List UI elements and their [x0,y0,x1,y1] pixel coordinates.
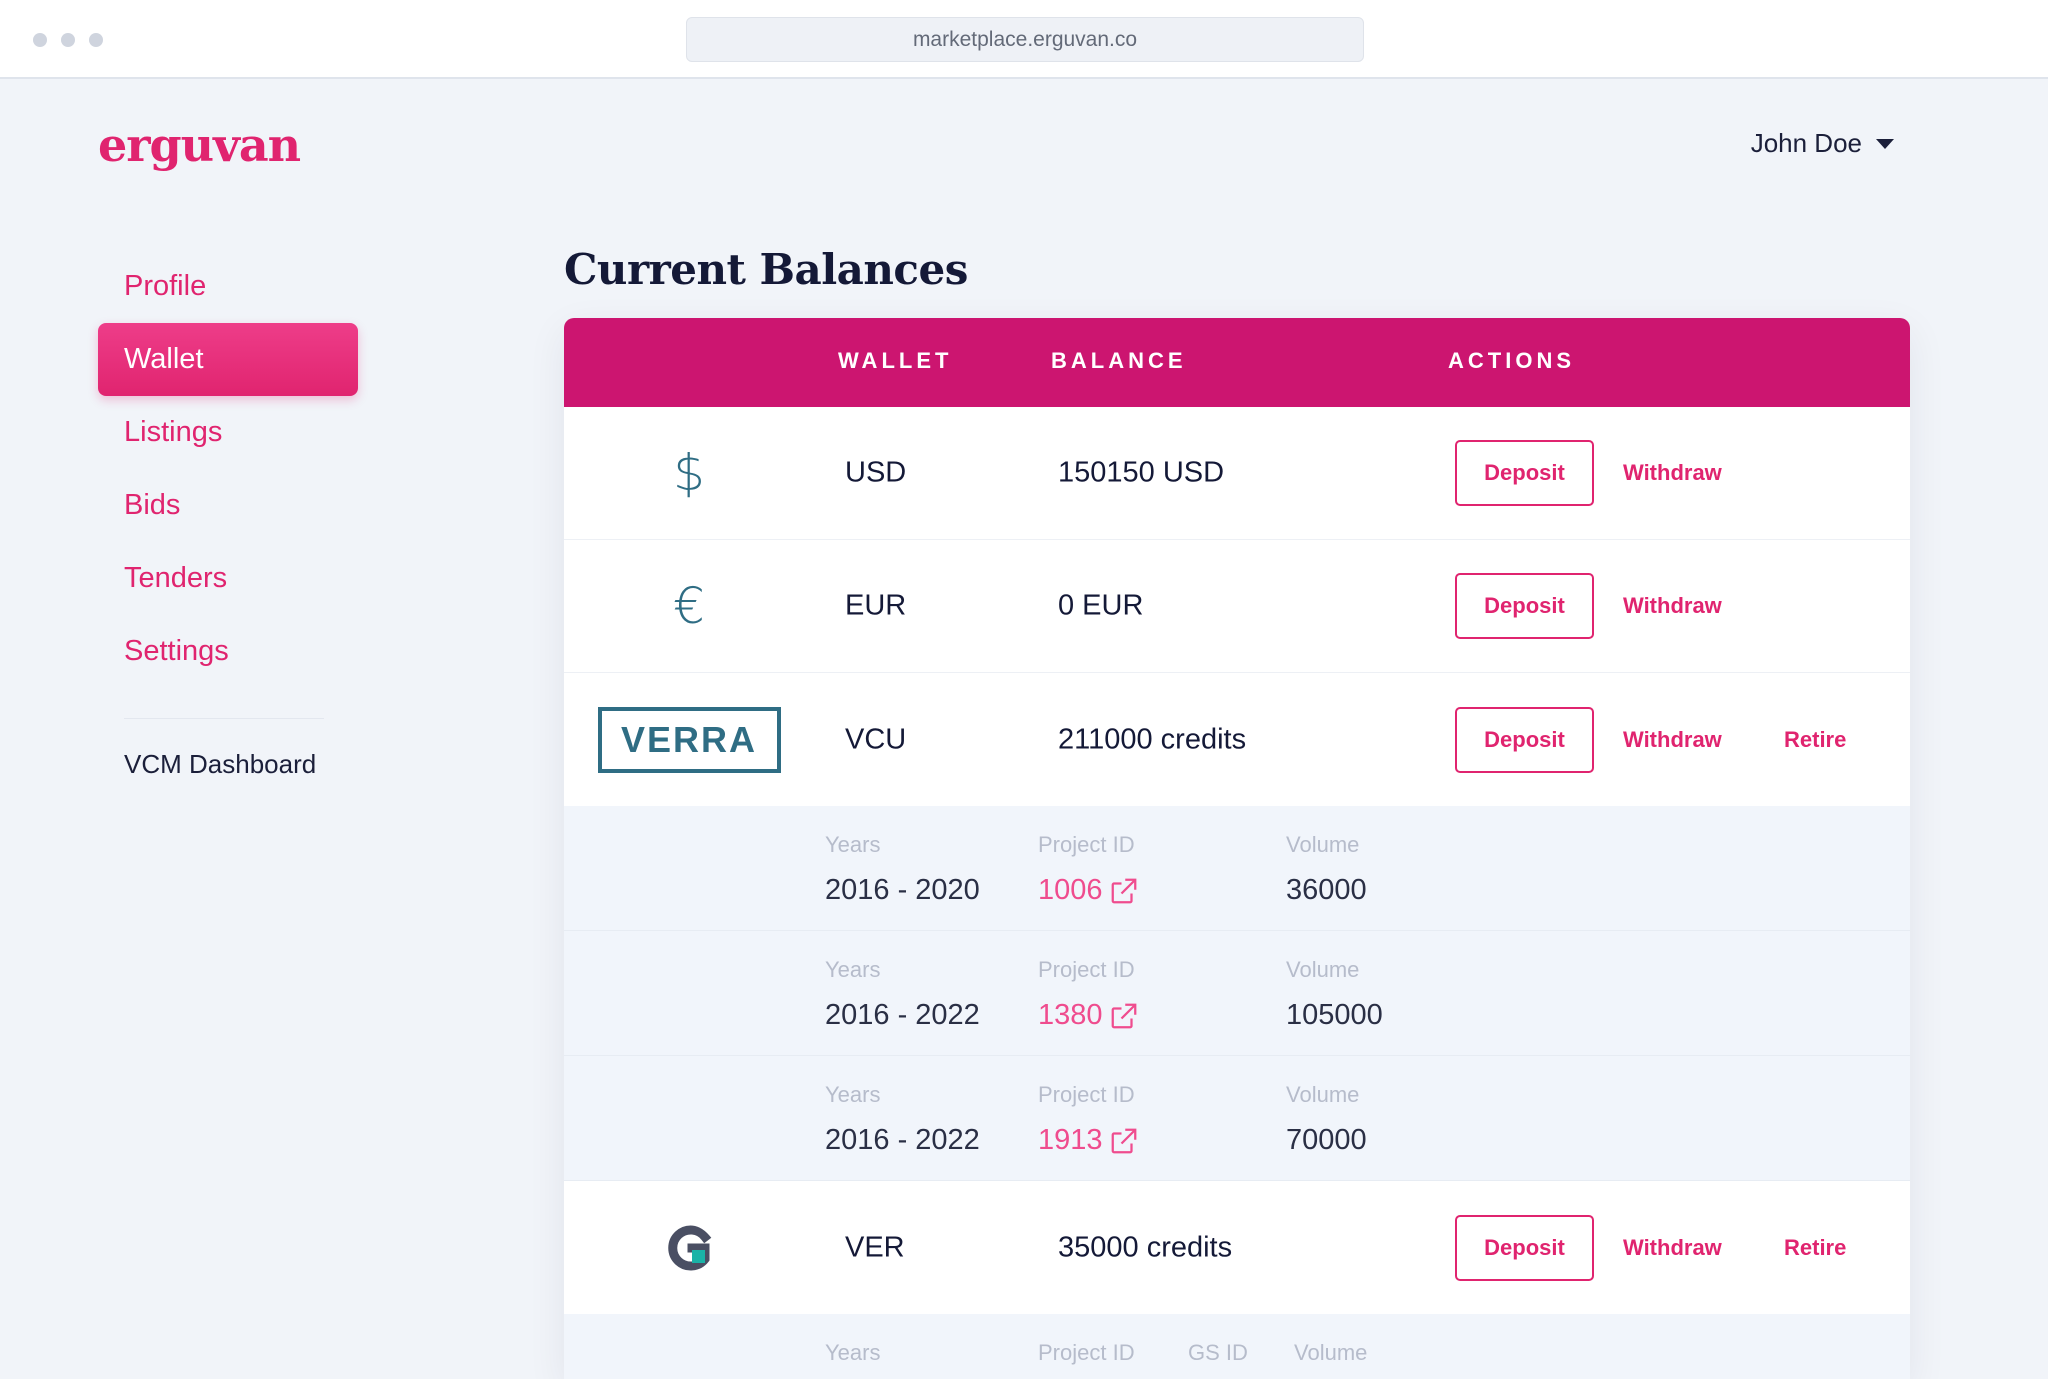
sidebar-item-tenders[interactable]: Tenders [98,542,358,615]
withdraw-link[interactable]: Withdraw [1623,1235,1722,1261]
deposit-button[interactable]: Deposit [1455,573,1594,639]
column-header-actions: ACTIONS [1448,348,1575,373]
table-row: VER 35000 credits Deposit Withdraw Retir… [564,1181,1910,1314]
years-value: 2016 - 2022 [825,999,980,1031]
balances-table: WALLET BALANCE ACTIONS $ USD 150150 USD … [564,318,1910,1379]
wallet-balance: 150150 USD [1058,456,1225,489]
retire-link[interactable]: Retire [1784,727,1846,753]
ver-detail-row: Years Project ID GS ID Volume [564,1314,1910,1379]
browser-toolbar: marketplace.erguvan.co [0,0,2048,79]
euro-icon: € [673,577,705,635]
volume-value: 105000 [1286,999,1383,1031]
brand-logo[interactable]: erguvan [98,118,301,172]
years-value: 2016 - 2020 [825,874,980,906]
project-id-link[interactable]: 1913 [1038,1124,1139,1157]
sidebar: Profile Wallet Listings Bids Tenders Set… [98,250,358,780]
gold-standard-logo [564,1181,814,1314]
wallet-balance: 35000 credits [1058,1231,1233,1263]
page-title: Current Balances [564,245,968,294]
withdraw-link[interactable]: Withdraw [1623,727,1722,753]
window-dot-close[interactable] [33,33,47,47]
gold-standard-icon [668,1225,712,1270]
external-link-icon [1111,1128,1136,1153]
user-menu[interactable]: John Doe [1751,128,1894,159]
window-controls [33,33,103,47]
project-id-label: Project ID [1038,1082,1135,1107]
project-id-link[interactable]: 1380 [1038,999,1139,1032]
table-header: WALLET BALANCE ACTIONS [564,318,1910,407]
years-label: Years [825,1082,881,1107]
sidebar-item-listings[interactable]: Listings [98,396,358,469]
caret-down-icon [1876,138,1894,149]
table-row: VERRA VCU 211000 credits Deposit Withdra… [564,673,1910,806]
external-link-icon [1111,878,1136,903]
external-link-icon [1111,1003,1136,1028]
sidebar-item-vcm-dashboard[interactable]: VCM Dashboard [98,749,358,780]
wallet-name: EUR [845,589,907,622]
deposit-button[interactable]: Deposit [1455,1214,1594,1281]
volume-value: 36000 [1286,874,1367,906]
vcu-detail-row: Years Project ID Volume 2016 - 2020 1006… [564,806,1910,931]
sidebar-item-settings[interactable]: Settings [98,615,358,688]
volume-label: Volume [1286,832,1360,857]
table-row: € EUR 0 EUR Deposit Withdraw [564,540,1910,673]
project-id-label: Project ID [1038,1340,1135,1365]
volume-value: 70000 [1286,1124,1367,1156]
project-id-label: Project ID [1038,957,1135,982]
window-dot-minimize[interactable] [61,33,75,47]
column-header-wallet: WALLET [838,348,953,373]
verra-logo: VERRA [564,673,814,806]
column-header-balance: BALANCE [1051,348,1187,373]
withdraw-link[interactable]: Withdraw [1623,460,1722,486]
volume-label: Volume [1286,957,1360,982]
years-label: Years [825,832,881,857]
volume-label: Volume [1294,1340,1368,1365]
wallet-balance: 211000 credits [1058,723,1247,755]
wallet-name: USD [845,456,907,489]
years-label: Years [825,957,881,982]
wallet-balance: 0 EUR [1058,589,1144,622]
years-value: 2016 - 2022 [825,1124,980,1156]
volume-label: Volume [1286,1082,1360,1107]
project-id-label: Project ID [1038,832,1135,857]
years-label: Years [825,1340,881,1365]
address-bar[interactable]: marketplace.erguvan.co [686,17,1364,62]
deposit-button[interactable]: Deposit [1455,440,1594,506]
withdraw-link[interactable]: Withdraw [1623,593,1722,619]
user-name: John Doe [1750,128,1862,158]
vcu-detail-row: Years Project ID Volume 2016 - 2022 1913… [564,1056,1910,1181]
retire-link[interactable]: Retire [1784,1235,1846,1261]
sidebar-item-profile[interactable]: Profile [98,250,358,323]
verra-logo-mark: VERRA [597,706,781,773]
sidebar-divider [124,718,324,719]
wallet-name: VCU [845,723,907,755]
window-dot-maximize[interactable] [89,33,103,47]
gs-id-label: GS ID [1188,1340,1248,1365]
dollar-icon: $ [673,444,705,502]
sidebar-item-wallet[interactable]: Wallet [98,323,358,396]
deposit-button[interactable]: Deposit [1455,706,1594,773]
sidebar-item-bids[interactable]: Bids [98,469,358,542]
wallet-name: VER [845,1231,905,1263]
project-id-link[interactable]: 1006 [1038,874,1139,907]
table-row: $ USD 150150 USD Deposit Withdraw [564,407,1910,540]
vcu-detail-row: Years Project ID Volume 2016 - 2022 1380… [564,931,1910,1056]
